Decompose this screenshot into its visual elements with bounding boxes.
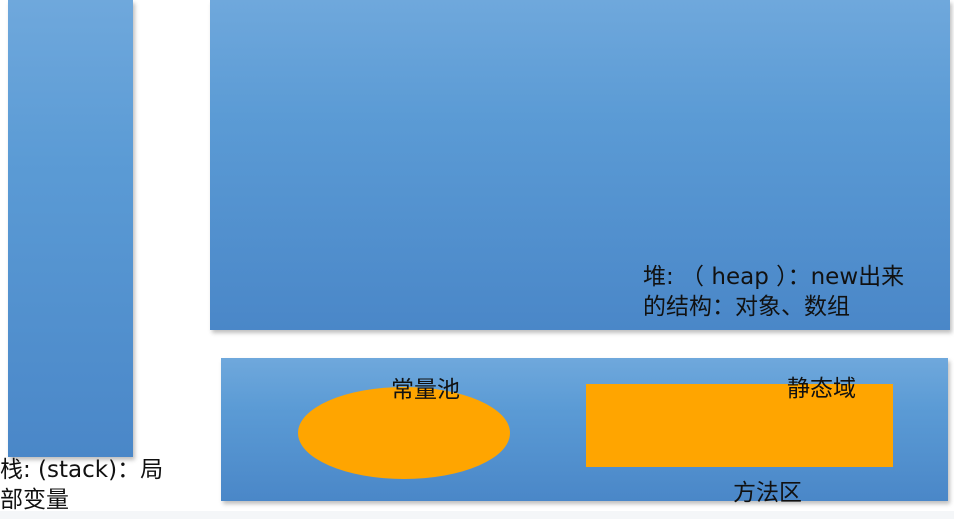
bottom-strip: [0, 511, 954, 519]
heap-label: 堆: （ heap ）：new出来 的结构：对象、数组: [643, 262, 904, 322]
stack-region: [8, 0, 133, 457]
method-area-label: 方法区: [733, 480, 802, 506]
constant-pool-label: 常量池: [391, 377, 460, 403]
static-field-label: 静态域: [787, 376, 856, 402]
memory-diagram: 堆: （ heap ）：new出来 的结构：对象、数组 常量池 静态域 方法区 …: [0, 0, 954, 519]
stack-label-line1: 栈: (stack)：局: [0, 457, 164, 483]
heap-label-line1: 堆: （ heap ）：new出来: [643, 264, 905, 290]
heap-label-line2: 的结构：对象、数组: [643, 294, 850, 320]
stack-label: 栈: (stack)：局 部变量: [0, 455, 163, 515]
